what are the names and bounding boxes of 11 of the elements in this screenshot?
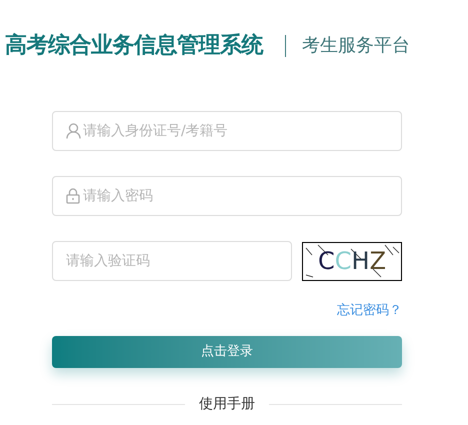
user-manual-link[interactable]: 使用手册 [199, 394, 255, 414]
input-field[interactable]: 请输入验证码 [52, 241, 292, 281]
system-title: 高考综合业务信息管理系统 [5, 32, 263, 60]
login-button[interactable]: 点击登录 [52, 336, 402, 368]
captcha-text: CCHZ [318, 249, 386, 273]
captcha-image[interactable]: CCHZ [302, 242, 402, 280]
lock-icon [66, 188, 80, 204]
input-field[interactable]: 请输入身份证号/考籍号 [52, 111, 402, 151]
platform-subtitle: 考生服务平台 [302, 34, 410, 58]
user-icon [66, 123, 81, 139]
input-field[interactable]: 请输入密码 [52, 176, 402, 216]
